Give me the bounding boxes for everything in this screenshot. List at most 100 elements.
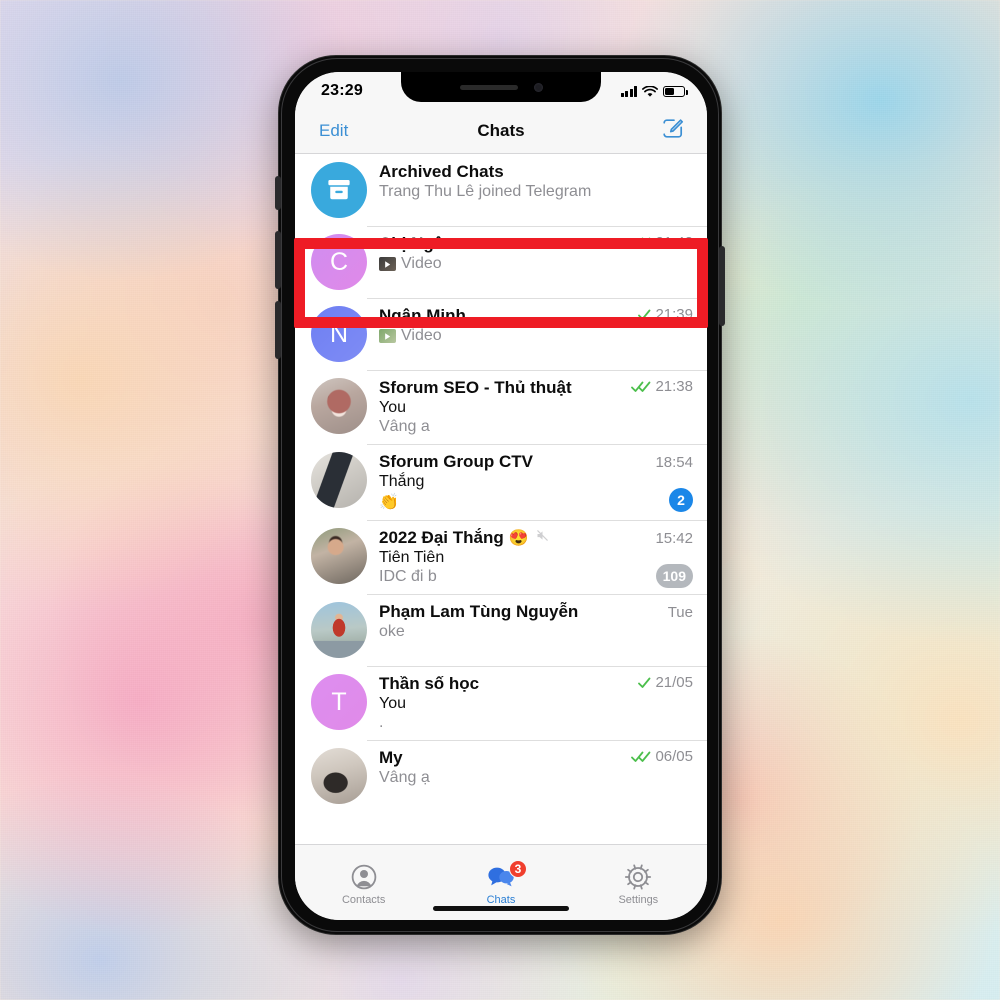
tab-settings[interactable]: Settings	[570, 845, 707, 920]
chat-preview-text: Vâng a	[379, 418, 430, 435]
archive-box-icon	[328, 180, 350, 200]
chat-row[interactable]: Archived Chats Trang Thu Lê joined Telegr…	[295, 154, 707, 226]
chat-preview: 👏	[379, 492, 693, 512]
avatar-dog-photo	[311, 748, 367, 804]
chat-row-content: My 06/05 Vâng ạ	[367, 740, 707, 804]
tab-contacts[interactable]: Contacts	[295, 845, 432, 920]
read-receipt-icon	[631, 751, 651, 762]
front-camera-icon	[533, 82, 543, 92]
avatar-archive-box-icon	[311, 162, 367, 218]
chat-sender: Thắng	[379, 473, 425, 490]
chat-row-content: Sforum SEO - Thủ thuật 21:38 You Vâng a	[367, 370, 707, 436]
avatar-initial-letter: N	[329, 319, 349, 348]
compose-icon[interactable]	[661, 116, 685, 145]
tab-label: Contacts	[341, 894, 386, 906]
chat-row-meta: 06/05	[621, 748, 693, 765]
wifi-icon	[642, 85, 658, 97]
chat-row-content: Chị Ngân 21:42 Video	[367, 226, 707, 290]
battery-icon	[663, 86, 688, 97]
chat-title: Ngân Minh	[379, 306, 466, 325]
chat-timestamp: 21:42	[655, 234, 693, 251]
person-circle-icon	[350, 863, 378, 891]
chat-preview: Video	[379, 255, 693, 273]
chat-row-content: Sforum Group CTV 18:54 Thắng 👏 2	[367, 444, 707, 512]
notch	[401, 72, 601, 102]
chat-preview-text: .	[379, 714, 384, 731]
chat-row-header: Archived Chats	[379, 162, 693, 182]
phone-frame: 23:29 Edit Chats Archived Chats Trang Th…	[275, 55, 725, 935]
chat-row[interactable]: Sforum Group CTV 18:54 Thắng 👏 2	[295, 444, 707, 520]
avatar-initial: C	[311, 234, 367, 290]
chat-row-content: 2022 Đại Thắng 😍 15:42 Tiên Tiên IDC đi b 109	[367, 520, 707, 588]
chat-list[interactable]: Archived Chats Trang Thu Lê joined Telegr…	[295, 154, 707, 844]
chat-preview-text: oke	[379, 623, 405, 640]
chat-row[interactable]: Phạm Lam Tùng Nguyễn Tue oke	[295, 594, 707, 666]
edit-button[interactable]: Edit	[319, 121, 348, 141]
chat-preview: .	[379, 714, 693, 732]
chat-row[interactable]: N Ngân Minh 21:39 Video	[295, 298, 707, 370]
avatar-initial: N	[311, 306, 367, 362]
chat-timestamp: 21:39	[655, 306, 693, 323]
chat-title: Sforum Group CTV	[379, 452, 533, 471]
power-button[interactable]	[719, 246, 725, 326]
chat-row[interactable]: Sforum SEO - Thủ thuật 21:38 You Vâng a	[295, 370, 707, 444]
chat-preview-text: Trang Thu Lê joined Telegram	[379, 183, 592, 200]
chat-row-header: 2022 Đại Thắng 😍 15:42	[379, 528, 693, 548]
chat-row-header: Thần số học 21/05	[379, 674, 693, 694]
chat-preview-text: IDC đi b	[379, 568, 437, 585]
chat-row-content: Ngân Minh 21:39 Video	[367, 298, 707, 362]
status-indicators	[620, 85, 688, 98]
chat-preview: Vâng a	[379, 418, 693, 436]
chat-row-header: Phạm Lam Tùng Nguyễn Tue	[379, 602, 693, 622]
muted-icon	[535, 528, 550, 547]
unread-badge: 109	[655, 564, 693, 588]
avatar-person-photo	[311, 528, 367, 584]
chat-row-meta: Tue	[658, 604, 693, 621]
chat-row[interactable]: T Thần số học 21/05 You.	[295, 666, 707, 740]
chat-row[interactable]: C Chị Ngân 21:42 Video	[295, 226, 707, 298]
volume-up-button[interactable]	[275, 231, 281, 289]
phone-screen: 23:29 Edit Chats Archived Chats Trang Th…	[295, 72, 707, 920]
video-thumbnail-icon	[379, 257, 396, 271]
chat-row-content: Thần số học 21/05 You.	[367, 666, 707, 732]
chat-title: Phạm Lam Tùng Nguyễn	[379, 602, 579, 621]
volume-down-button[interactable]	[275, 301, 281, 359]
chat-timestamp: 18:54	[655, 454, 693, 471]
chat-row-header: Ngân Minh 21:39	[379, 306, 693, 326]
home-indicator[interactable]	[433, 906, 569, 911]
chat-preview: Video	[379, 327, 693, 345]
chat-preview-text: 👏	[379, 494, 399, 511]
unread-badge: 2	[669, 488, 693, 512]
chat-row-header: Sforum SEO - Thủ thuật 21:38	[379, 378, 693, 398]
read-receipt-icon	[638, 309, 651, 320]
chat-preview-text: Vâng ạ	[379, 769, 430, 786]
navigation-bar: Edit Chats	[295, 108, 707, 154]
chat-row[interactable]: My 06/05 Vâng ạ	[295, 740, 707, 812]
chat-row[interactable]: 2022 Đại Thắng 😍 15:42 Tiên Tiên IDC đi b 109	[295, 520, 707, 594]
chat-row-content: Archived Chats Trang Thu Lê joined Telegr…	[367, 162, 693, 218]
chat-timestamp: 06/05	[655, 748, 693, 765]
chat-preview-text: Video	[401, 255, 442, 272]
chat-sender: You	[379, 695, 406, 712]
chat-title: Thần số học	[379, 674, 480, 693]
chat-preview-text: Video	[401, 327, 442, 344]
read-receipt-icon	[631, 237, 651, 248]
gear-icon	[624, 863, 652, 891]
avatar-man-in-red-jacket-photo	[311, 602, 367, 658]
chat-title: Sforum SEO - Thủ thuật	[379, 378, 572, 397]
chat-timestamp: 21/05	[655, 674, 693, 691]
chat-preview: IDC đi b	[379, 568, 693, 586]
chat-row-meta: 15:42	[645, 530, 693, 547]
chat-title: My	[379, 748, 403, 767]
chat-timestamp: Tue	[667, 604, 693, 621]
page-title: Chats	[477, 120, 525, 140]
chat-preview: Vâng ạ	[379, 769, 693, 787]
chat-row-header: Chị Ngân 21:42	[379, 234, 693, 254]
chat-sender: Tiên Tiên	[379, 549, 445, 566]
read-receipt-icon	[631, 381, 651, 392]
chat-row-meta: 21:42	[621, 234, 693, 251]
read-receipt-icon	[638, 677, 651, 688]
mute-switch[interactable]	[275, 176, 281, 210]
chat-title: Chị Ngân	[379, 234, 454, 253]
tab-label: Settings	[618, 894, 659, 906]
